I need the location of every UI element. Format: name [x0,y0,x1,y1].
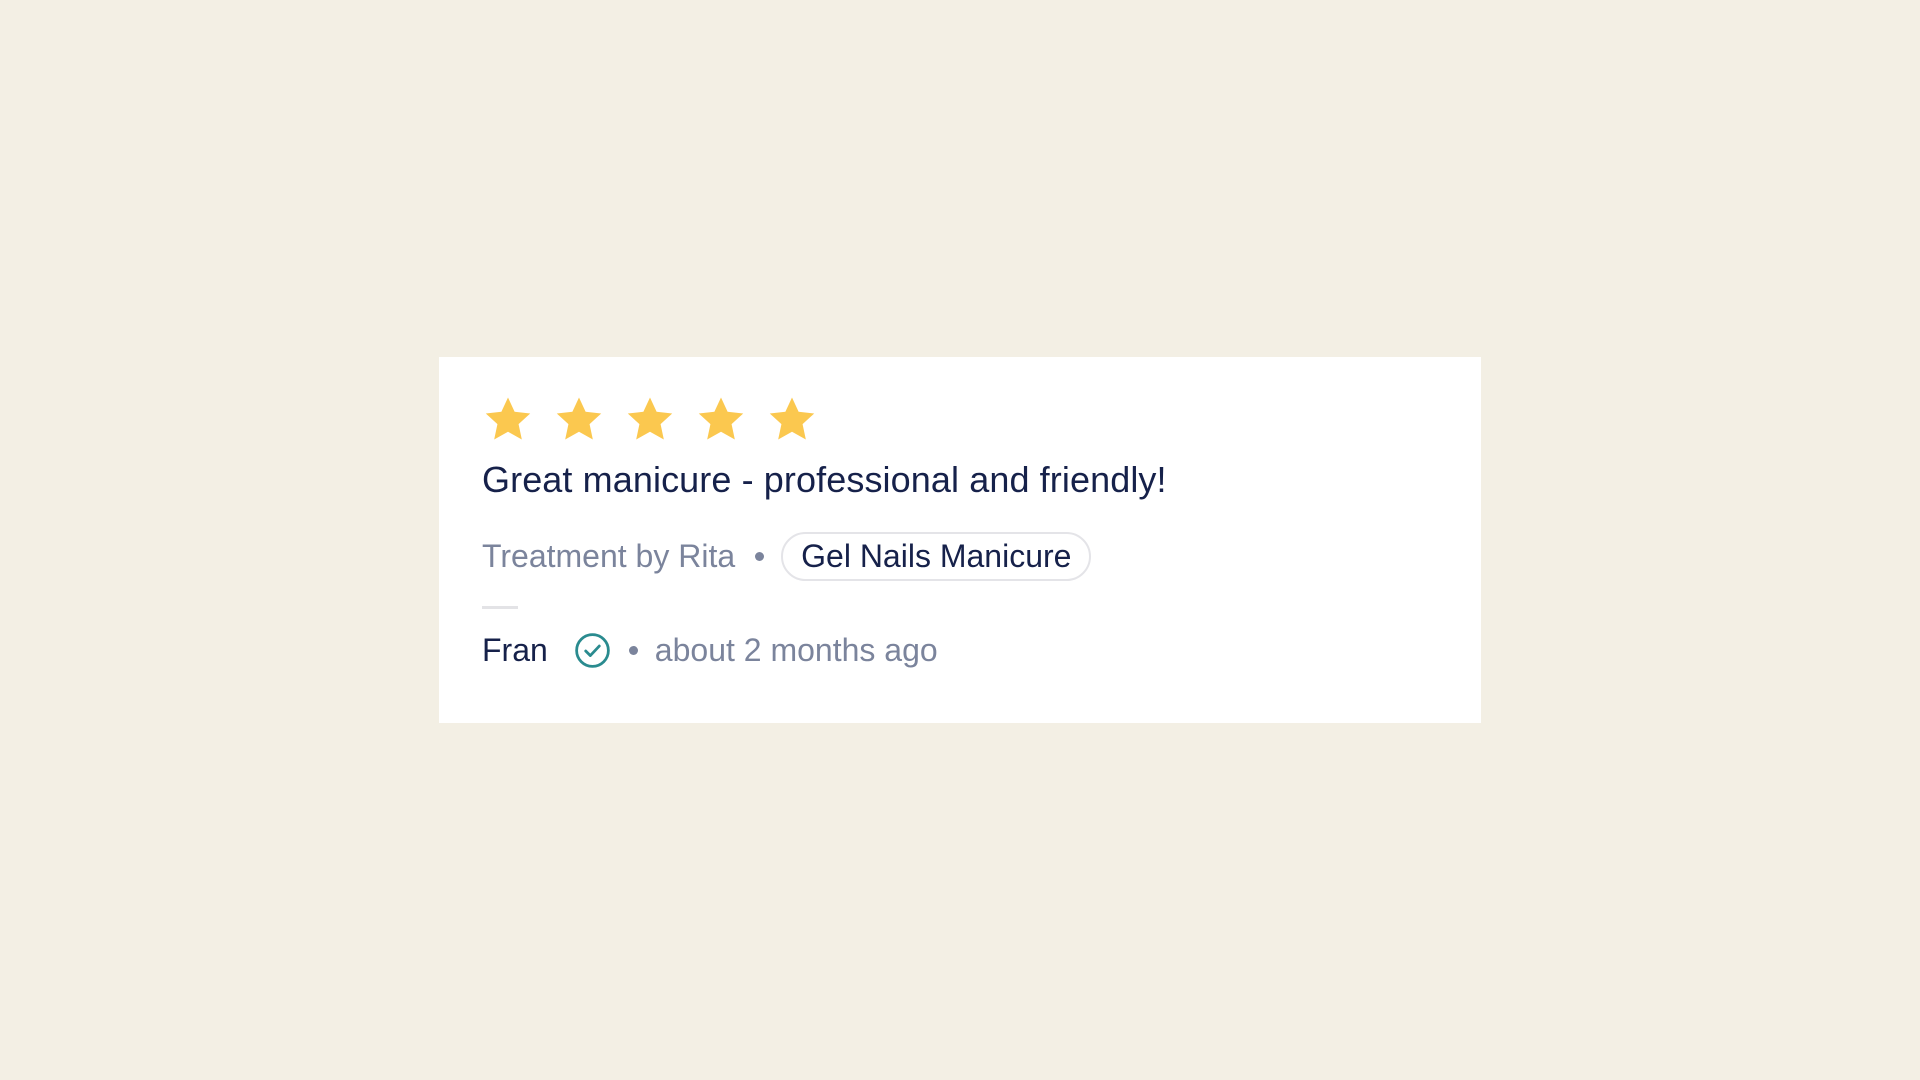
separator-dot [755,551,765,561]
star-icon [766,394,818,446]
service-tag[interactable]: Gel Nails Manicure [781,531,1092,581]
star-icon [624,394,676,446]
author-name: Fran [482,631,548,668]
star-icon [695,394,747,446]
check-circle-icon [574,632,611,669]
star-rating [482,392,1438,447]
review-card: Great manicure - professional and friend… [439,357,1481,723]
treatment-by-label: Treatment by Rita [482,537,736,574]
review-title: Great manicure - professional and friend… [482,459,1167,500]
review-author: Fran about 2 months ago [482,627,1438,673]
star-icon [482,394,534,446]
divider [482,606,518,609]
separator-dot [628,645,638,655]
review-meta: Treatment by Rita Gel Nails Manicure [482,530,1438,582]
review-time: about 2 months ago [654,631,938,668]
star-icon [553,394,605,446]
